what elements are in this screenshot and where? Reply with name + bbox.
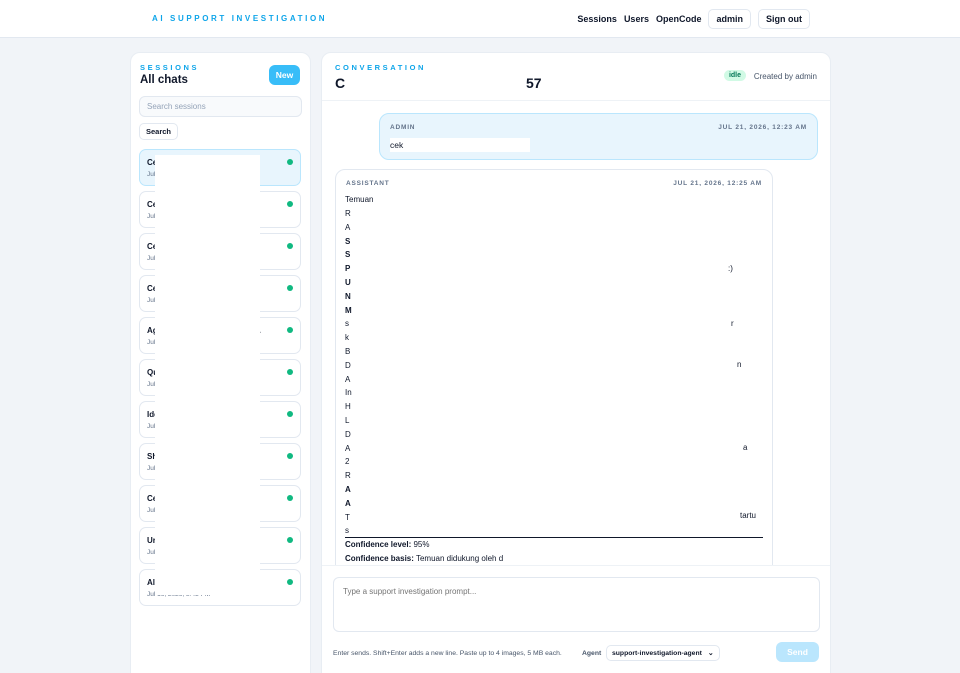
sign-out-button[interactable]: Sign out xyxy=(758,9,810,29)
conversation-title: C xyxy=(335,75,346,91)
status-dot-icon xyxy=(287,537,293,543)
message-line: 2 xyxy=(345,457,350,467)
confidence-level: Confidence level: 95% xyxy=(345,540,430,549)
message-line: R xyxy=(345,209,351,218)
message-line-end: :) xyxy=(728,264,733,273)
agent-label: Agent xyxy=(582,650,602,657)
message-line-end: tartu xyxy=(740,511,757,520)
search-button[interactable]: Search xyxy=(139,123,179,140)
status-dot-icon xyxy=(287,579,293,585)
conversation-title-end: 57 xyxy=(526,75,542,91)
status-dot-icon xyxy=(287,243,293,249)
nav-sessions[interactable]: Sessions xyxy=(577,14,617,24)
message-line: M xyxy=(345,305,352,315)
message-line: P xyxy=(345,264,351,274)
message-line-end: n xyxy=(737,360,742,369)
message-line: B xyxy=(345,347,351,356)
new-session-button[interactable]: New xyxy=(269,65,300,85)
message-line: U xyxy=(345,278,351,287)
message-body: Temuan xyxy=(345,195,374,204)
search-sessions-input[interactable] xyxy=(139,96,302,117)
composer: Enter sends. Shift+Enter adds a new line… xyxy=(322,565,830,673)
confidence-basis: Confidence basis: Temuan didukung oleh d xyxy=(345,554,504,563)
chevron-down-icon: ⌄ xyxy=(707,650,714,657)
message-line-end: r xyxy=(731,319,734,328)
message-line-end: a xyxy=(743,443,748,452)
status-dot-icon xyxy=(287,159,293,165)
brand-title: AI SUPPORT INVESTIGATION xyxy=(152,14,328,23)
nav-users[interactable]: Users xyxy=(624,14,649,24)
admin-message: ADMIN JUL 21, 2026, 12:23 AM cek xyxy=(379,113,818,160)
message-line: A xyxy=(345,498,351,508)
agent-value: support-investigation-agent xyxy=(612,649,702,657)
status-dot-icon xyxy=(287,201,293,207)
assistant-message: ASSISTANT JUL 21, 2026, 12:25 AM Temuan … xyxy=(335,169,773,579)
divider xyxy=(345,537,763,538)
message-line: D xyxy=(345,429,351,439)
top-bar: AI SUPPORT INVESTIGATION Sessions Users … xyxy=(0,0,960,38)
status-dot-icon xyxy=(287,495,293,501)
message-role: ASSISTANT xyxy=(346,180,390,187)
message-body: cek xyxy=(390,138,530,152)
message-line: A xyxy=(345,374,351,384)
conversation-header: CONVERSATION C 57 idle Created by admin xyxy=(322,53,830,101)
prompt-input[interactable] xyxy=(333,577,820,632)
message-line: A xyxy=(345,485,351,494)
conversation-panel: CONVERSATION C 57 idle Created by admin … xyxy=(321,52,831,673)
message-line: S xyxy=(345,250,351,260)
send-button[interactable]: Send xyxy=(776,642,819,662)
status-dot-icon xyxy=(287,327,293,333)
composer-hint: Enter sends. Shift+Enter adds a new line… xyxy=(333,650,562,657)
status-dot-icon xyxy=(287,453,293,459)
status-dot-icon xyxy=(287,411,293,417)
message-line: s xyxy=(345,319,349,329)
message-line: D xyxy=(345,360,351,370)
status-dot-icon xyxy=(287,369,293,375)
message-line: S xyxy=(345,236,351,246)
message-line: N xyxy=(345,291,351,301)
message-line: L xyxy=(345,416,350,425)
redaction-block xyxy=(155,155,260,595)
message-line: In xyxy=(345,388,352,398)
message-line: s xyxy=(345,526,349,536)
message-line: H xyxy=(345,402,351,412)
user-button[interactable]: admin xyxy=(708,9,751,29)
message-line: k xyxy=(345,333,349,343)
sidebar-title: All chats xyxy=(140,74,188,86)
agent-select[interactable]: support-investigation-agent ⌄ xyxy=(606,645,720,661)
message-line: A xyxy=(345,443,351,453)
message-line: A xyxy=(345,222,351,232)
created-by: Created by admin xyxy=(753,72,817,81)
status-dot-icon xyxy=(287,285,293,291)
message-role: ADMIN xyxy=(390,124,416,131)
message-line: R xyxy=(345,471,351,481)
sidebar-kicker: SESSIONS xyxy=(140,63,200,72)
nav-opencode[interactable]: OpenCode xyxy=(656,14,702,24)
conversation-kicker: CONVERSATION xyxy=(335,63,427,72)
top-nav: Sessions Users OpenCode admin Sign out xyxy=(577,9,810,29)
message-time: JUL 21, 2026, 12:25 AM xyxy=(673,180,762,187)
message-line: T xyxy=(345,512,350,522)
message-time: JUL 21, 2026, 12:23 AM xyxy=(718,124,807,131)
status-badge: idle xyxy=(723,70,746,81)
